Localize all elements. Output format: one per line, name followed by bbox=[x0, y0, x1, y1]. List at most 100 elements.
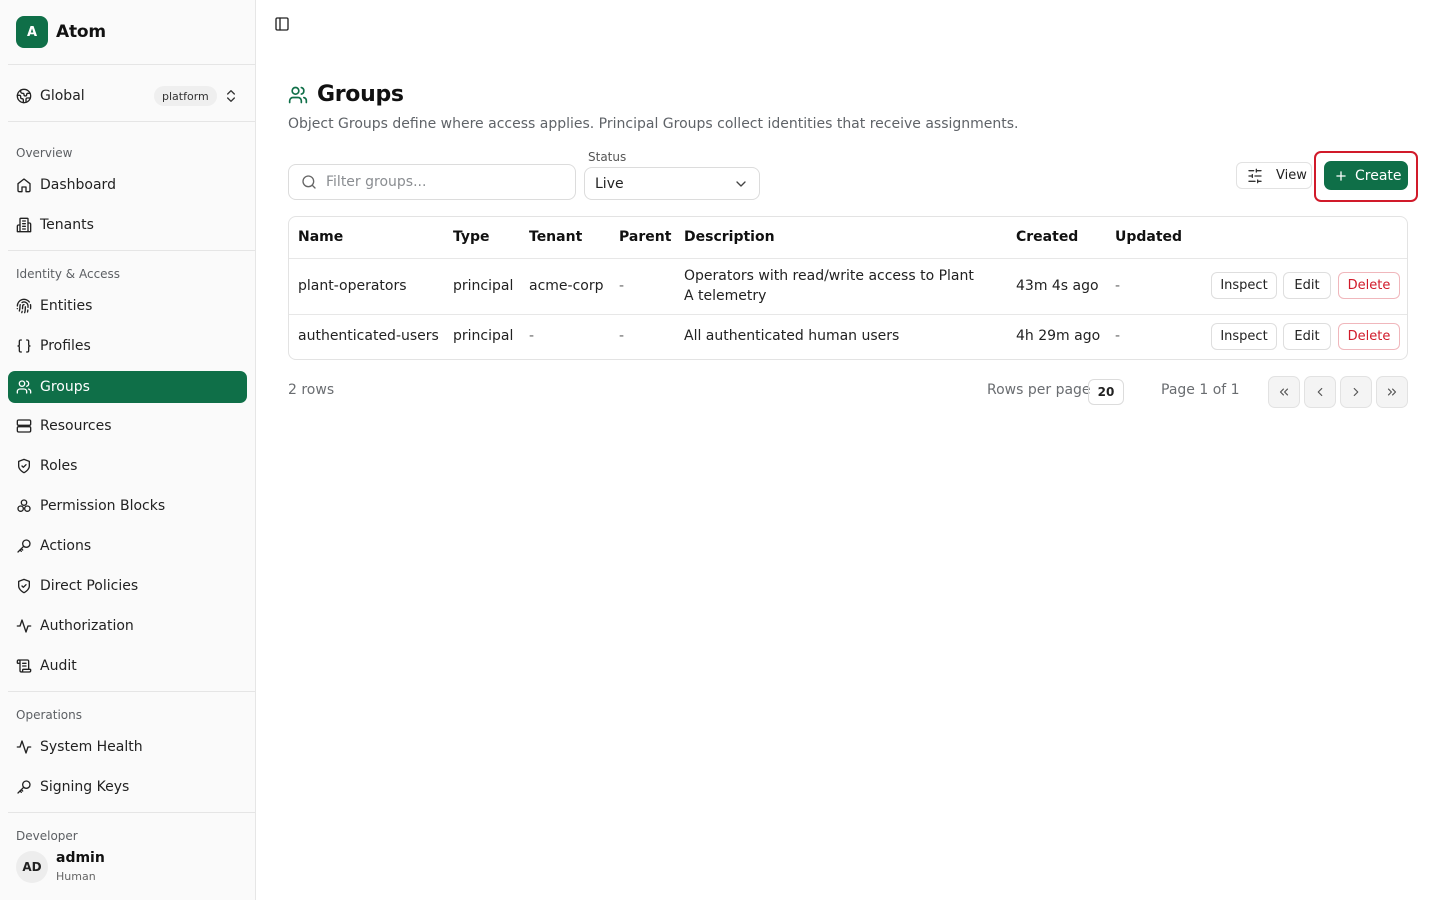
column-header-type[interactable]: Type bbox=[453, 229, 490, 245]
sidebar-item-label: Entities bbox=[40, 298, 93, 314]
next-page-button[interactable] bbox=[1340, 376, 1372, 408]
sidebar-item-label: Dashboard bbox=[40, 177, 116, 193]
cell-name: authenticated-users bbox=[298, 328, 439, 344]
edit-button[interactable]: Edit bbox=[1283, 272, 1331, 299]
shield-check-icon bbox=[16, 578, 32, 594]
cell-created: 43m 4s ago bbox=[1016, 278, 1099, 294]
column-header-tenant[interactable]: Tenant bbox=[529, 229, 582, 245]
cell-tenant: acme-corp bbox=[529, 278, 604, 294]
delete-button[interactable]: Delete bbox=[1338, 323, 1400, 350]
sidebar-item-entities[interactable]: Entities bbox=[8, 290, 247, 322]
filter-box[interactable] bbox=[288, 164, 576, 200]
users-icon bbox=[16, 379, 32, 395]
column-header-name[interactable]: Name bbox=[298, 229, 343, 245]
page-info: Page 1 of 1 bbox=[1161, 382, 1240, 398]
rows-per-page-select[interactable]: 20 bbox=[1088, 379, 1124, 405]
sidebar-item-label: Direct Policies bbox=[40, 578, 139, 594]
divider bbox=[8, 64, 255, 65]
scroll-icon bbox=[16, 658, 32, 674]
sidebar-item-label: Permission Blocks bbox=[40, 498, 166, 514]
users-icon bbox=[288, 85, 308, 105]
home-icon bbox=[16, 177, 32, 193]
sidebar-item-label: Authorization bbox=[40, 618, 134, 634]
cell-name: plant-operators bbox=[298, 278, 407, 294]
sidebar-item-audit[interactable]: Audit bbox=[8, 650, 247, 682]
section-label-developer: Developer bbox=[16, 829, 78, 843]
sidebar-toggle-icon[interactable] bbox=[274, 16, 290, 32]
rows-per-page-label: Rows per page bbox=[987, 382, 1091, 398]
building-icon bbox=[16, 217, 32, 233]
row-divider bbox=[289, 314, 1407, 315]
activity-icon bbox=[16, 618, 32, 634]
status-select[interactable]: Live bbox=[584, 167, 760, 200]
divider bbox=[8, 250, 255, 251]
divider bbox=[8, 121, 255, 122]
create-button[interactable]: Create bbox=[1324, 161, 1408, 190]
sidebar-item-profiles[interactable]: Profiles bbox=[8, 330, 247, 362]
section-label-identity-access: Identity & Access bbox=[16, 267, 121, 281]
sidebar-item-label: Actions bbox=[40, 538, 92, 554]
sidebar-item-label: Roles bbox=[40, 458, 78, 474]
column-header-description[interactable]: Description bbox=[684, 229, 775, 245]
view-options-button[interactable]: View bbox=[1236, 162, 1312, 189]
divider bbox=[8, 812, 255, 813]
status-label: Status bbox=[588, 150, 627, 164]
edit-button[interactable]: Edit bbox=[1283, 323, 1331, 350]
view-label: View bbox=[1276, 168, 1307, 183]
brand[interactable]: A Atom bbox=[16, 16, 106, 48]
sidebar-item-label: Profiles bbox=[40, 338, 91, 354]
sidebar-item-authorization[interactable]: Authorization bbox=[8, 610, 247, 642]
sidebar-item-resources[interactable]: Resources bbox=[8, 410, 247, 442]
sidebar-item-label: Signing Keys bbox=[40, 779, 130, 795]
shield-check-icon bbox=[16, 458, 32, 474]
cell-updated: - bbox=[1115, 328, 1121, 344]
sidebar-item-actions[interactable]: Actions bbox=[8, 530, 247, 562]
delete-button[interactable]: Delete bbox=[1338, 272, 1400, 299]
divider bbox=[8, 691, 255, 692]
key-icon bbox=[16, 538, 32, 554]
column-header-created[interactable]: Created bbox=[1016, 229, 1078, 245]
scope-label: Global bbox=[40, 88, 85, 104]
sidebar-item-roles[interactable]: Roles bbox=[8, 450, 247, 482]
sidebar-item-dashboard[interactable]: Dashboard bbox=[8, 169, 247, 201]
sidebar-item-tenants[interactable]: Tenants bbox=[8, 209, 247, 241]
sidebar-item-label: Audit bbox=[40, 658, 77, 674]
brand-logo: A bbox=[16, 16, 48, 48]
sidebar-item-label: System Health bbox=[40, 739, 143, 755]
first-page-button[interactable] bbox=[1268, 376, 1300, 408]
chevrons-left-icon bbox=[1277, 385, 1291, 399]
sidebar-item-signing-keys[interactable]: Signing Keys bbox=[8, 771, 247, 803]
row-divider bbox=[289, 258, 1407, 259]
create-label: Create bbox=[1355, 167, 1402, 184]
cell-description: All authenticated human users bbox=[684, 328, 900, 344]
rows-count: 2 rows bbox=[288, 382, 335, 398]
scope-switcher[interactable]: Global platform bbox=[8, 78, 247, 114]
column-header-updated[interactable]: Updated bbox=[1115, 229, 1182, 245]
plus-icon bbox=[1334, 169, 1348, 183]
inspect-button[interactable]: Inspect bbox=[1211, 323, 1277, 350]
sidebar-item-direct-policies[interactable]: Direct Policies bbox=[8, 570, 247, 602]
sidebar-item-label: Resources bbox=[40, 418, 112, 434]
chevrons-right-icon bbox=[1385, 385, 1399, 399]
activity-icon bbox=[16, 739, 32, 755]
server-icon bbox=[16, 418, 32, 434]
status-value: Live bbox=[595, 175, 624, 192]
user-menu[interactable]: AD admin Human bbox=[8, 842, 247, 892]
chevron-left-icon bbox=[1313, 385, 1327, 399]
page-title-text: Groups bbox=[317, 82, 404, 107]
last-page-button[interactable] bbox=[1376, 376, 1408, 408]
key-icon bbox=[16, 779, 32, 795]
sidebar-item-system-health[interactable]: System Health bbox=[8, 731, 247, 763]
sidebar-item-label: Groups bbox=[40, 379, 90, 395]
sidebar-item-permission-blocks[interactable]: Permission Blocks bbox=[8, 490, 247, 522]
sidebar-item-groups[interactable]: Groups bbox=[8, 371, 247, 403]
previous-page-button[interactable] bbox=[1304, 376, 1336, 408]
inspect-button[interactable]: Inspect bbox=[1211, 272, 1277, 299]
column-header-parent[interactable]: Parent bbox=[619, 229, 671, 245]
cell-updated: - bbox=[1115, 278, 1121, 294]
filter-input[interactable] bbox=[326, 174, 566, 190]
cell-tenant: - bbox=[529, 328, 535, 344]
search-icon bbox=[301, 174, 317, 190]
user-name: admin bbox=[56, 850, 105, 866]
fingerprint-icon bbox=[16, 298, 32, 314]
